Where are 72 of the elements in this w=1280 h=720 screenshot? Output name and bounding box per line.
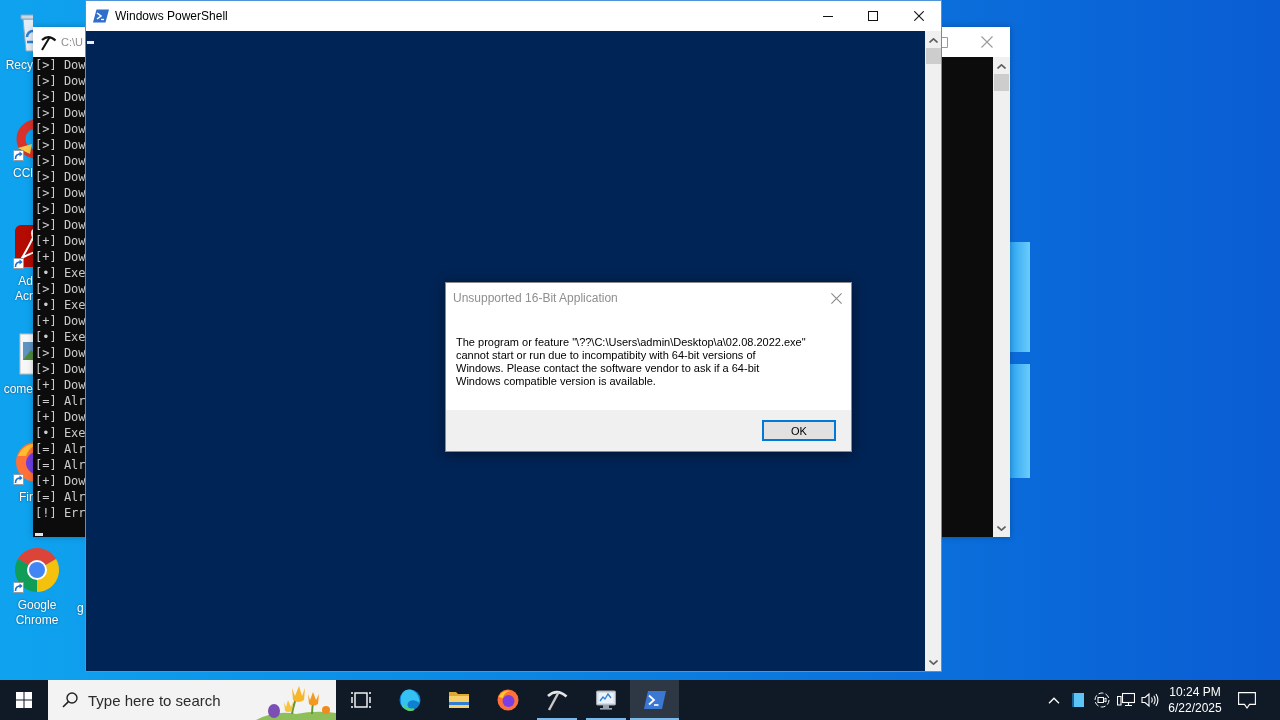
scroll-up-icon[interactable] — [997, 64, 1006, 69]
console-line: [+] Dow — [35, 377, 86, 393]
scroll-down-icon[interactable] — [928, 660, 938, 665]
firefox-icon — [495, 688, 520, 712]
console-line: [>] Dow — [35, 217, 86, 233]
icon-label: g — [77, 601, 84, 615]
console-line: [+] Dow — [35, 473, 86, 489]
scrollbar[interactable] — [925, 31, 941, 671]
tray-app-icon[interactable] — [1072, 693, 1084, 707]
console-line: [=] Alr — [35, 441, 86, 457]
minimize-icon[interactable] — [823, 15, 833, 17]
dialog-title: Unsupported 16-Bit Application — [453, 291, 618, 305]
console-line: [=] Alr — [35, 457, 86, 473]
console-line: [=] Alr — [35, 393, 86, 409]
console-line: [+] Dow — [35, 313, 86, 329]
notification-icon[interactable] — [1238, 691, 1256, 709]
console-line: [>] Dow — [35, 153, 86, 169]
icon-label: CCl — [13, 166, 33, 181]
monitor-chart-icon — [593, 688, 618, 712]
console-line: [•] Exe — [35, 265, 86, 281]
edge-icon — [397, 688, 422, 712]
icon-label: Fir — [19, 490, 33, 505]
network-icon[interactable] — [1117, 692, 1135, 708]
console-line: [>] Dow — [35, 121, 86, 137]
console-line: [+] Dow — [35, 249, 86, 265]
volume-icon[interactable] — [1141, 692, 1159, 708]
search-icon — [62, 692, 78, 708]
console-line: [•] Exe — [35, 297, 86, 313]
console-line: [+] Dow — [35, 409, 86, 425]
text-cursor — [35, 533, 43, 536]
dialog-message: The program or feature "\??\C:\Users\admin\Desktop\a\02.08.2022.exe" cannot start or run due to incompatibity with 64-bit versions of Windows. Please contact the software vendor to ask if a 64-bit Windows compatible version is available. — [456, 336, 806, 388]
icon-label: Recy — [5, 58, 33, 73]
icon-label: come — [3, 382, 33, 397]
console-line: [>] Dow — [35, 281, 86, 297]
scroll-down-icon[interactable] — [997, 526, 1006, 531]
console-line: [!] Err — [35, 505, 86, 521]
console-line: [>] Dow — [35, 185, 86, 201]
chrome-icon[interactable] — [13, 546, 61, 594]
console-line: [>] Dow — [35, 201, 86, 217]
maximize-icon[interactable] — [868, 11, 878, 21]
ok-button[interactable]: OK — [762, 420, 836, 441]
console-line: [>] Dow — [35, 169, 86, 185]
search-field[interactable]: Type here to search — [88, 691, 256, 709]
console-line: [>] Dow — [35, 89, 86, 105]
console-line: [>] Dow — [35, 73, 86, 89]
console-line: [>] Dow — [35, 361, 86, 377]
console-line: [•] Exe — [35, 425, 86, 441]
console-line: [>] Dow — [35, 137, 86, 153]
console-line: [=] Alr — [35, 489, 86, 505]
console-line: [>] Dow — [35, 345, 86, 361]
pickaxe-icon — [40, 33, 57, 51]
console-line: [>] Dow — [35, 105, 86, 121]
video-camera-icon[interactable] — [1094, 692, 1110, 708]
console-line: [>] Dow — [35, 57, 86, 73]
scrollbar-thumb[interactable] — [925, 48, 941, 64]
powershell-icon — [93, 8, 109, 24]
taskbar-clock[interactable]: 10:24 PM 6/22/2025 — [1168, 684, 1222, 716]
icon-label: Google Chrome — [15, 598, 59, 628]
window-title: Windows PowerShell — [115, 9, 228, 23]
text-cursor — [87, 41, 94, 44]
scroll-up-icon[interactable] — [928, 38, 938, 43]
window-title: C:\U — [61, 36, 83, 48]
icon-label: Ad Acr — [15, 274, 33, 304]
scrollbar-thumb[interactable] — [994, 74, 1009, 91]
console-line: [+] Dow — [35, 233, 86, 249]
search-bar[interactable]: Type here to search — [48, 680, 336, 720]
console-line: [•] Exe — [35, 329, 86, 345]
powershell-icon — [642, 688, 667, 712]
close-icon[interactable] — [914, 11, 924, 21]
windows-logo-icon[interactable] — [16, 692, 32, 708]
scrollbar[interactable] — [993, 57, 1010, 537]
chevron-up-icon[interactable] — [1048, 696, 1060, 704]
